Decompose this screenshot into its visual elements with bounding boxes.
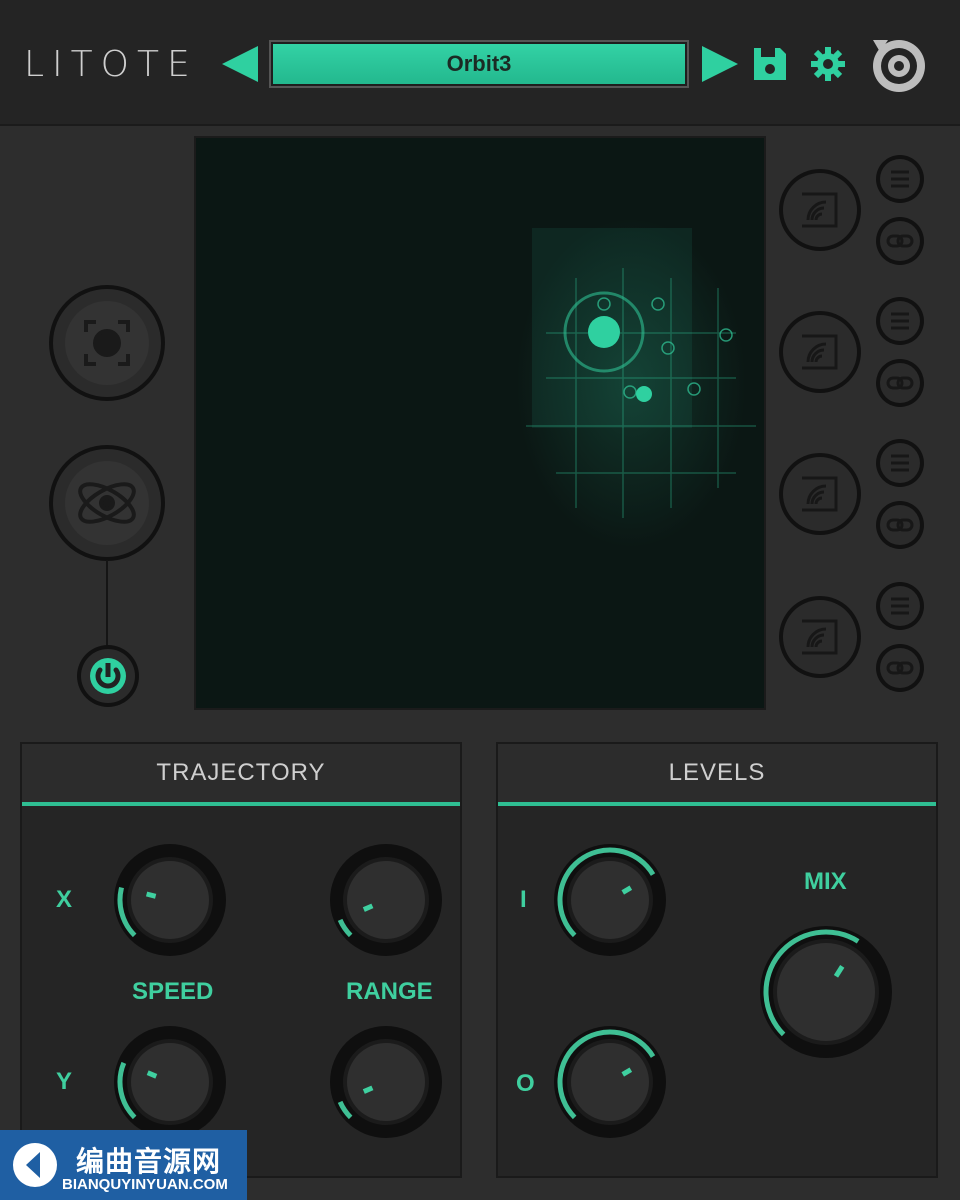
watermark-subtitle: BIANQUYINYUAN.COM (62, 1176, 228, 1193)
range-label: RANGE (346, 978, 433, 1005)
orbit-mode-button[interactable] (48, 444, 166, 562)
header-bar: LITOTE Orbit3 (0, 0, 960, 126)
y-label: Y (56, 1068, 73, 1095)
logo-text: LITOTE (24, 43, 198, 85)
source-1-button[interactable] (778, 168, 862, 252)
preset-name: Orbit3 (446, 51, 512, 76)
spatial-xy-pad[interactable] (194, 136, 766, 710)
preset-display[interactable]: Orbit3 (269, 40, 689, 88)
input-level-knob[interactable] (552, 842, 668, 958)
source-4-link-button[interactable] (875, 643, 925, 693)
speed-x-knob[interactable] (112, 842, 228, 958)
speed-label: SPEED (132, 978, 214, 1005)
power-connector-line (106, 560, 108, 646)
app-window: LITOTE Orbit3 TRAJECTORY X Y SPEED RANGE… (0, 0, 960, 1200)
mix-knob[interactable] (758, 924, 894, 1060)
source-2-link-button[interactable] (875, 358, 925, 408)
x-label: X (56, 886, 73, 913)
save-button[interactable] (750, 44, 790, 84)
settings-button[interactable] (808, 44, 848, 84)
watermark-logo-icon (13, 1143, 57, 1187)
speed-y-knob[interactable] (112, 1024, 228, 1140)
speed-x-knob-pointer (145, 891, 157, 899)
source-1-list-button[interactable] (875, 154, 925, 204)
primary-source-handle (588, 316, 620, 348)
prev-preset-button[interactable] (220, 44, 260, 84)
output-level-label: O (516, 1070, 535, 1097)
source-2-list-button[interactable] (875, 296, 925, 346)
watermark-badge: 编曲音源网 BIANQUYINYUAN.COM (0, 1130, 247, 1200)
range-x-knob-pointer (362, 903, 374, 912)
next-arrow-icon (702, 46, 738, 82)
pad-canvas[interactable] (196, 138, 764, 708)
brand-button[interactable] (866, 34, 932, 94)
source-3-button[interactable] (778, 452, 862, 536)
power-button[interactable] (76, 644, 140, 708)
source-4-list-button[interactable] (875, 581, 925, 631)
source-4-button[interactable] (778, 595, 862, 679)
range-x-knob[interactable] (328, 842, 444, 958)
output-level-knob[interactable] (552, 1024, 668, 1140)
trajectory-header: TRAJECTORY (22, 744, 460, 806)
prev-arrow-icon (222, 46, 258, 82)
source-2-button[interactable] (778, 310, 862, 394)
source-3-link-button[interactable] (875, 500, 925, 550)
next-preset-button[interactable] (700, 44, 740, 84)
source-1-link-button[interactable] (875, 216, 925, 266)
brand-disc-icon (873, 40, 925, 92)
secondary-source-handle (636, 386, 652, 402)
watermark-title: 编曲音源网 (76, 1146, 222, 1177)
source-3-list-button[interactable] (875, 438, 925, 488)
trajectory-title: TRAJECTORY (156, 759, 326, 786)
levels-title: LEVELS (668, 759, 766, 786)
gear-icon (811, 47, 845, 81)
mix-label: MIX (804, 868, 847, 895)
input-level-label: I (520, 886, 527, 913)
power-icon (90, 658, 126, 694)
focus-button[interactable] (48, 284, 166, 402)
levels-header: LEVELS (498, 744, 936, 806)
logo: LITOTE (24, 43, 198, 85)
speed-y-knob-pointer (146, 1070, 158, 1079)
save-icon (754, 48, 786, 80)
range-y-knob[interactable] (328, 1024, 444, 1140)
range-y-knob-pointer (362, 1085, 374, 1094)
